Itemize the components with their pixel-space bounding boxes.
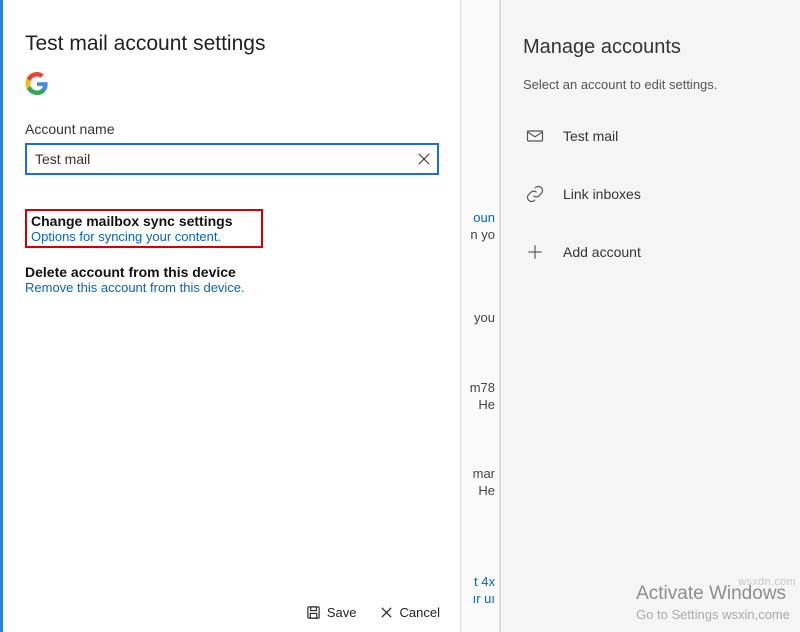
manage-accounts-title: Manage accounts xyxy=(523,36,782,59)
watermark-line2: Go to Settings wsxin,come xyxy=(636,606,790,624)
panel-title: Test mail account settings xyxy=(25,32,440,56)
change-sync-settings-option[interactable]: Change mailbox sync settings Options for… xyxy=(25,209,263,248)
save-button[interactable]: Save xyxy=(306,605,357,620)
delete-option-title: Delete account from this device xyxy=(25,264,440,280)
save-icon xyxy=(306,605,321,620)
link-inboxes-item[interactable]: Link inboxes xyxy=(523,172,782,216)
google-logo-icon xyxy=(25,72,49,96)
account-name-label: Account name xyxy=(25,121,440,137)
manage-accounts-sub: Select an account to edit settings. xyxy=(523,77,782,92)
cancel-label: Cancel xyxy=(400,605,440,620)
plus-icon xyxy=(525,242,545,262)
background-message-list: oun n yo you m78 He mar He t 4x ır uı xyxy=(460,0,500,632)
bg-item: mar He xyxy=(473,466,495,500)
footer-actions: Save Cancel xyxy=(306,605,440,620)
account-name-input[interactable] xyxy=(25,143,439,175)
save-label: Save xyxy=(327,605,357,620)
cancel-icon xyxy=(379,605,394,620)
account-item-label: Test mail xyxy=(563,128,618,144)
bg-item: t 4x ır uı xyxy=(473,574,495,608)
add-account-item[interactable]: Add account xyxy=(523,230,782,274)
account-item-test-mail[interactable]: Test mail xyxy=(523,114,782,158)
bg-item: oun n yo xyxy=(470,210,495,244)
manage-accounts-panel: Manage accounts Select an account to edi… xyxy=(500,0,800,632)
delete-option-sub: Remove this account from this device. xyxy=(25,280,440,295)
delete-account-option[interactable]: Delete account from this device Remove t… xyxy=(25,264,440,295)
clear-input-icon[interactable] xyxy=(417,152,431,166)
bg-item: you xyxy=(474,310,495,327)
add-account-label: Add account xyxy=(563,244,641,260)
sync-option-title: Change mailbox sync settings xyxy=(31,213,257,229)
cancel-button[interactable]: Cancel xyxy=(379,605,440,620)
mail-icon xyxy=(525,126,545,146)
bg-item: m78 He xyxy=(470,380,495,414)
account-settings-panel: Test mail account settings Account name … xyxy=(0,0,460,632)
watermark-line1: Activate Windows xyxy=(636,581,790,607)
link-inboxes-label: Link inboxes xyxy=(563,186,641,202)
link-icon xyxy=(525,184,545,204)
windows-activation-watermark: Activate Windows Go to Settings wsxin,co… xyxy=(636,581,790,624)
sync-option-sub: Options for syncing your content. xyxy=(31,229,257,244)
